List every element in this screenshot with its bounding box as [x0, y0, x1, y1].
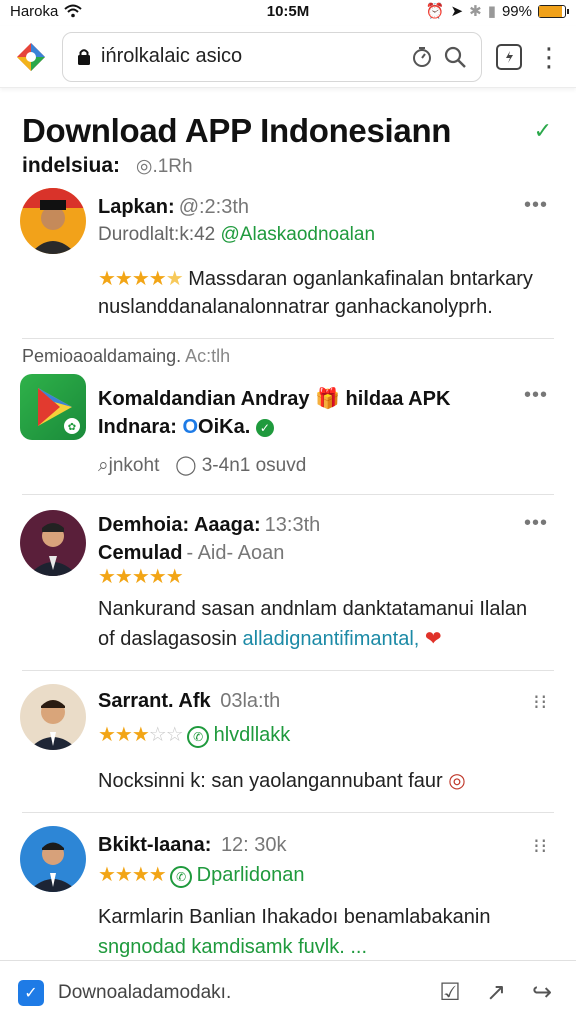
page-title: Download APP Indonesiann [22, 112, 452, 149]
star-rating: ★★★☆☆ [98, 724, 184, 746]
avatar[interactable] [20, 188, 86, 254]
comment-text-line-2: nuslanddanalanalonnatrar ganhackanolyprh… [98, 296, 493, 318]
comment-text-line-2: of daslagasosin alladignantifimantal, ❤ [98, 628, 442, 650]
forward-icon[interactable]: ↗ [480, 978, 512, 1007]
timer-icon[interactable] [411, 46, 433, 68]
comment-meta: ★★★☆☆ ✆ hlvdllakk [98, 724, 291, 748]
share-icon[interactable]: ↪ [526, 978, 558, 1007]
browser-toolbar: ińrolkalaic asico ⋮ [0, 26, 576, 88]
more-icon[interactable]: ⋮ [536, 44, 562, 70]
signal-icon: ▮ [487, 3, 496, 20]
heart-icon: ❤ [424, 628, 442, 650]
location-icon: ➤ [450, 3, 464, 20]
comment-meta: Cemulad - Aid- Aoan [98, 542, 285, 564]
bottom-bar: ✓ Downoaladamodakı. ☑ ↗ ↪ [0, 960, 576, 1024]
clock: 10:5M [266, 2, 310, 20]
more-options-icon[interactable]: ••• [524, 384, 548, 407]
star-rating: ★★★★★ [98, 268, 184, 290]
comment-author[interactable]: Sarrant. Afk 03la:th [98, 690, 280, 713]
verified-icon: ✓ [255, 418, 274, 437]
emoji-icon: ◎ [448, 770, 466, 792]
tabs-icon[interactable] [496, 43, 522, 70]
chevron-down-icon[interactable]: ✓ [534, 118, 552, 144]
comment-text: Karmlarin Banlian Ihakadoı benamlabakani… [98, 906, 491, 928]
divider [22, 670, 554, 671]
more-options-icon[interactable]: ••• [524, 512, 548, 535]
gift-icon: 🎁 [315, 388, 340, 410]
search-icon[interactable] [443, 45, 467, 69]
carrier-label: Haroka [10, 2, 59, 20]
whatsapp-icon: ✆ [170, 865, 193, 888]
alarm-icon: ⏰ [425, 3, 445, 20]
comment-icon: ◯ [175, 455, 197, 476]
star-rating: ★★★★★ [98, 566, 184, 588]
more-options-icon[interactable]: ••• [524, 194, 548, 217]
star-rating: ★★★★ [98, 864, 167, 886]
app-title[interactable]: Komaldandian Andray 🎁 hildaa APK [98, 386, 450, 411]
page-subtitle: indelsiua: ◎.1Rh [22, 154, 193, 178]
search-icon: ⌕ [98, 455, 109, 476]
avatar[interactable] [20, 684, 86, 750]
app-publisher: Indnara: OOiKa. ✓ [98, 416, 274, 439]
comment-meta: Durodlalt:k:42 @Alaskaodnoalan [98, 224, 376, 245]
bottom-status-text[interactable]: Downoaladamodakı. [58, 982, 420, 1004]
divider [22, 494, 554, 495]
status-bar: Haroka 10:5M ⏰ ➤ ✱ ▮ 99% [0, 0, 576, 22]
subtitle-meta: ◎.1Rh [135, 156, 193, 177]
divider [22, 812, 554, 813]
divider [22, 338, 554, 339]
comment-text-line-2: sngnodad kamdisamk fuvlk. ... [98, 936, 368, 958]
battery-percent: 99% [501, 2, 532, 20]
avatar[interactable] [20, 510, 86, 576]
browser-logo-icon[interactable] [14, 40, 48, 74]
battery-icon [538, 4, 569, 18]
page-header: Download APP Indonesiann ✓ [22, 112, 552, 150]
address-bar[interactable]: ińrolkalaic asico [62, 31, 482, 82]
url-text[interactable]: ińrolkalaic asico [101, 45, 401, 68]
edit-check-icon[interactable]: ☑ [434, 978, 466, 1007]
comment-author[interactable]: Demhoia: Aaaga: 13:3th [98, 514, 320, 537]
lock-icon [77, 48, 91, 66]
bluetooth-icon: ✱ [469, 3, 482, 20]
whatsapp-icon: ✆ [187, 725, 210, 748]
comment-text: Nocksinni k: san yaolangannubant faur ◎ [98, 770, 466, 792]
comment-text: ★★★★★ Massdaran oganlankafinalan bntarka… [98, 268, 533, 290]
comment-author[interactable]: Lapkan: @:2:3th [98, 196, 249, 219]
comment-text: Nankurand sasan andnlam danktatamanui Il… [98, 598, 528, 620]
more-options-icon[interactable]: ⁝⁝ [533, 834, 548, 859]
comment-author[interactable]: Bkikt-Iaana: 12: 30k [98, 834, 287, 857]
avatar[interactable] [20, 826, 86, 892]
subtitle-label: indelsiua: [22, 154, 121, 177]
comment-meta: ★★★★ ✆ Dparlidonan [98, 864, 305, 888]
wifi-icon [64, 4, 83, 18]
checkbox-icon[interactable]: ✓ [18, 979, 44, 1006]
section-label: Pemioaoaldamaing. Ac:tlh [22, 346, 231, 366]
app-meta: ⌕jnkoht ◯ 3-4n1 osuvd [98, 455, 307, 476]
more-options-icon[interactable]: ⁝⁝ [533, 690, 548, 715]
app-icon[interactable]: ✿ [20, 374, 86, 440]
svg-text:✿: ✿ [68, 422, 76, 433]
